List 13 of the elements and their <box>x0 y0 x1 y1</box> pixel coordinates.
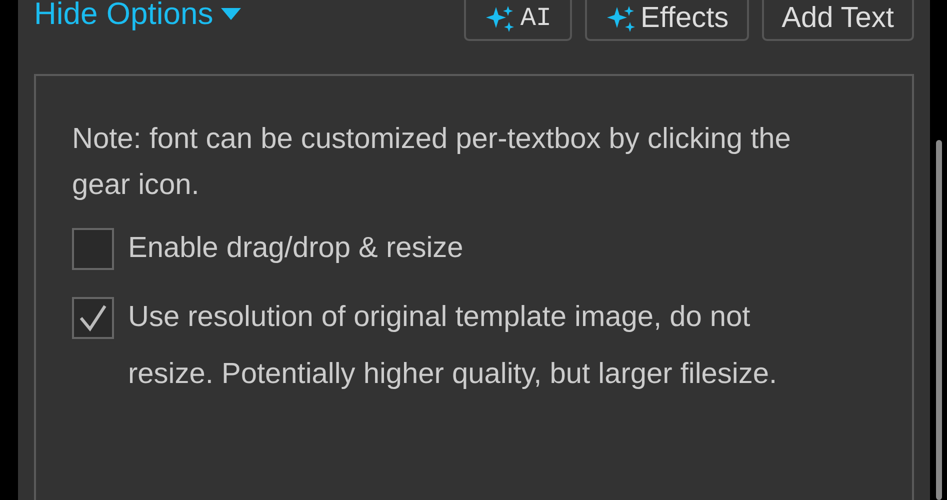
caret-icon <box>221 8 242 20</box>
font-note: Note: font can be customized per-textbox by clicking the gear icon. <box>72 122 792 203</box>
checkmark-icon <box>78 304 108 332</box>
checkbox[interactable] <box>72 297 114 339</box>
effects-button[interactable]: Effects <box>584 0 749 41</box>
scrollbar-thumb[interactable] <box>936 140 942 500</box>
add-text-button[interactable]: Add Text <box>762 0 914 41</box>
checkbox-label: Enable drag/drop & resize <box>128 231 464 266</box>
ai-button[interactable]: AI <box>464 0 572 41</box>
hide-options-toggle[interactable]: Hide Options <box>34 0 242 29</box>
checkbox-label: Use resolution of original template image, do not resize. Potentially higher quality, but larger filesize. <box>128 300 778 392</box>
checkbox[interactable] <box>72 228 114 270</box>
sparkle-icon <box>484 4 516 32</box>
